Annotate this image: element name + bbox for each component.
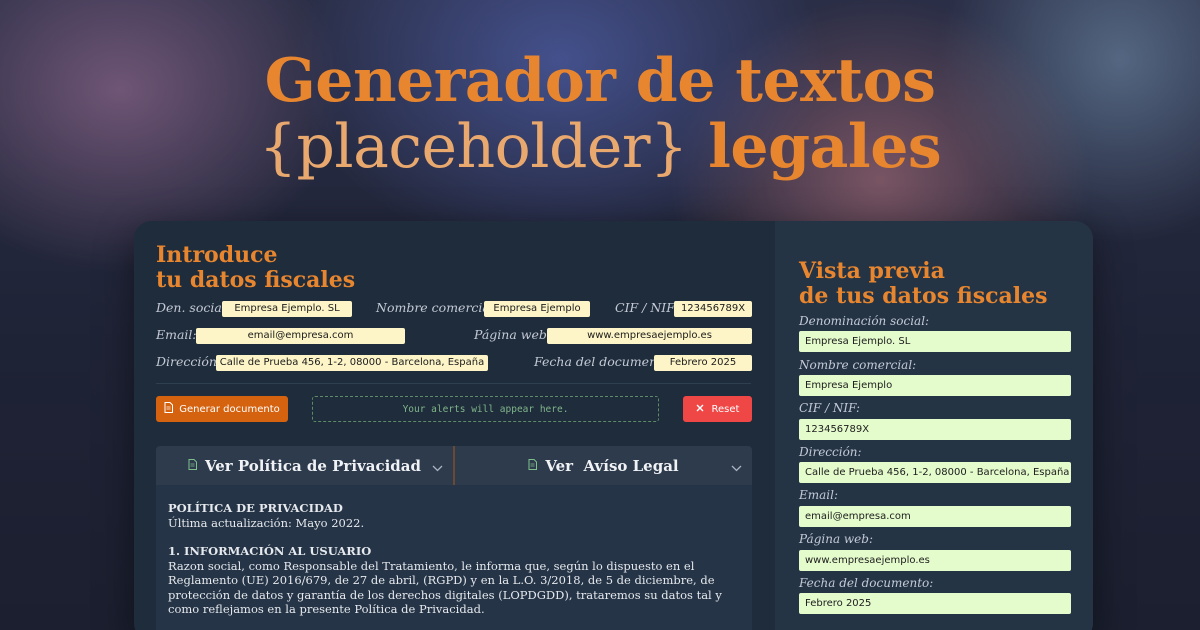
preview-label-web: Página web: (799, 532, 874, 546)
preview-value-fecha: Febrero 2025 (799, 593, 1071, 614)
reset-label: Reset (711, 403, 740, 415)
tab-aviso-legal-label: Ver Avíso Legal (545, 456, 679, 475)
preview-value-direccion: Calle de Prueba 456, 1-2, 08000 - Barcel… (799, 462, 1071, 483)
alerts-text: Your alerts will appear here. (402, 403, 569, 415)
nombre-comercial-input[interactable]: Empresa Ejemplo (484, 301, 590, 317)
generator-card: Introduce tu datos fiscales Den. social:… (134, 221, 1093, 630)
preview-label-cif: CIF / NIF: (799, 401, 861, 415)
document-icon (164, 402, 174, 416)
close-icon (696, 404, 704, 415)
document-updated: Última actualización: Mayo 2022. (168, 515, 365, 530)
preview-value-email: email@empresa.com (799, 506, 1071, 527)
nombre-comercial-label: Nombre comercial: (376, 300, 499, 315)
preview-value-nombre-comercial: Empresa Ejemplo (799, 375, 1071, 396)
form-panel: Introduce tu datos fiscales Den. social:… (134, 221, 775, 630)
document-title: POLÍTICA DE PRIVACIDAD (168, 501, 343, 515)
form-divider (156, 383, 751, 384)
hero-title-line1: Generador de textos (264, 46, 936, 116)
fecha-input[interactable]: Febrero 2025 (654, 355, 752, 371)
preview-label-fecha: Fecha del documento: (799, 576, 934, 590)
fecha-label: Fecha del documento: (534, 354, 674, 369)
generate-document-button[interactable]: Generar documento (156, 396, 288, 422)
preview-title: Vista previa de tus datos fiscales (799, 259, 1048, 309)
hero-title-line2: {placeholder} legales (0, 114, 1200, 180)
pagina-web-input[interactable]: www.empresaejemplo.es (547, 328, 752, 344)
chevron-down-icon (432, 458, 443, 476)
chevron-down-icon (731, 458, 742, 476)
form-title-line1: Introduce (156, 242, 278, 268)
form-title-line2: tu datos fiscales (156, 267, 356, 293)
preview-title-line2: de tus datos fiscales (799, 283, 1048, 309)
direccion-input[interactable]: Calle de Prueba 456, 1-2, 08000 - Barcel… (216, 355, 488, 371)
document-content: POLÍTICA DE PRIVACIDAD Última actualizac… (156, 485, 752, 630)
pagina-web-label: Página web: (474, 327, 552, 342)
tab-aviso-legal[interactable]: Ver Avíso Legal (455, 446, 752, 485)
document-tabs: Ver Política de Privacidad Ver Avíso Leg… (156, 446, 752, 485)
cif-nif-label: CIF / NIF: (615, 300, 679, 315)
document-icon (528, 458, 538, 473)
cif-nif-input[interactable]: 123456789X (674, 301, 752, 317)
alerts-box: Your alerts will appear here. (312, 396, 659, 422)
section1-body: Razon social, como Responsable del Trata… (168, 558, 722, 617)
email-input[interactable]: email@empresa.com (196, 328, 405, 344)
preview-label-denominacion: Denominación social: (799, 314, 930, 328)
direccion-label: Dirección: (156, 354, 222, 369)
den-social-label: Den. social: (156, 300, 231, 315)
hero-title: Generador de textos {placeholder} legale… (0, 48, 1200, 180)
section1-title: 1. INFORMACIÓN AL USUARIO (168, 544, 372, 558)
hero-placeholder-word: {placeholder} (258, 112, 688, 182)
reset-button[interactable]: Reset (683, 396, 752, 422)
tab-politica-privacidad-label: Ver Política de Privacidad (204, 456, 421, 475)
hero-title-line2-rest: legales (687, 112, 942, 182)
form-title: Introduce tu datos fiscales (156, 243, 355, 293)
preview-label-nombre-comercial: Nombre comercial: (799, 358, 917, 372)
preview-panel: Vista previa de tus datos fiscales Denom… (775, 221, 1093, 630)
den-social-input[interactable]: Empresa Ejemplo. SL (222, 301, 352, 317)
preview-value-web: www.empresaejemplo.es (799, 550, 1071, 571)
preview-label-direccion: Dirección: (799, 445, 862, 459)
preview-label-email: Email: (799, 488, 839, 502)
generate-document-label: Generar documento (179, 403, 280, 415)
preview-value-cif: 123456789X (799, 419, 1071, 440)
document-icon (188, 458, 197, 473)
tab-politica-privacidad[interactable]: Ver Política de Privacidad (156, 446, 455, 485)
preview-title-line1: Vista previa (799, 258, 945, 284)
preview-value-denominacion: Empresa Ejemplo. SL (799, 331, 1071, 352)
email-label: Email: (156, 327, 197, 342)
